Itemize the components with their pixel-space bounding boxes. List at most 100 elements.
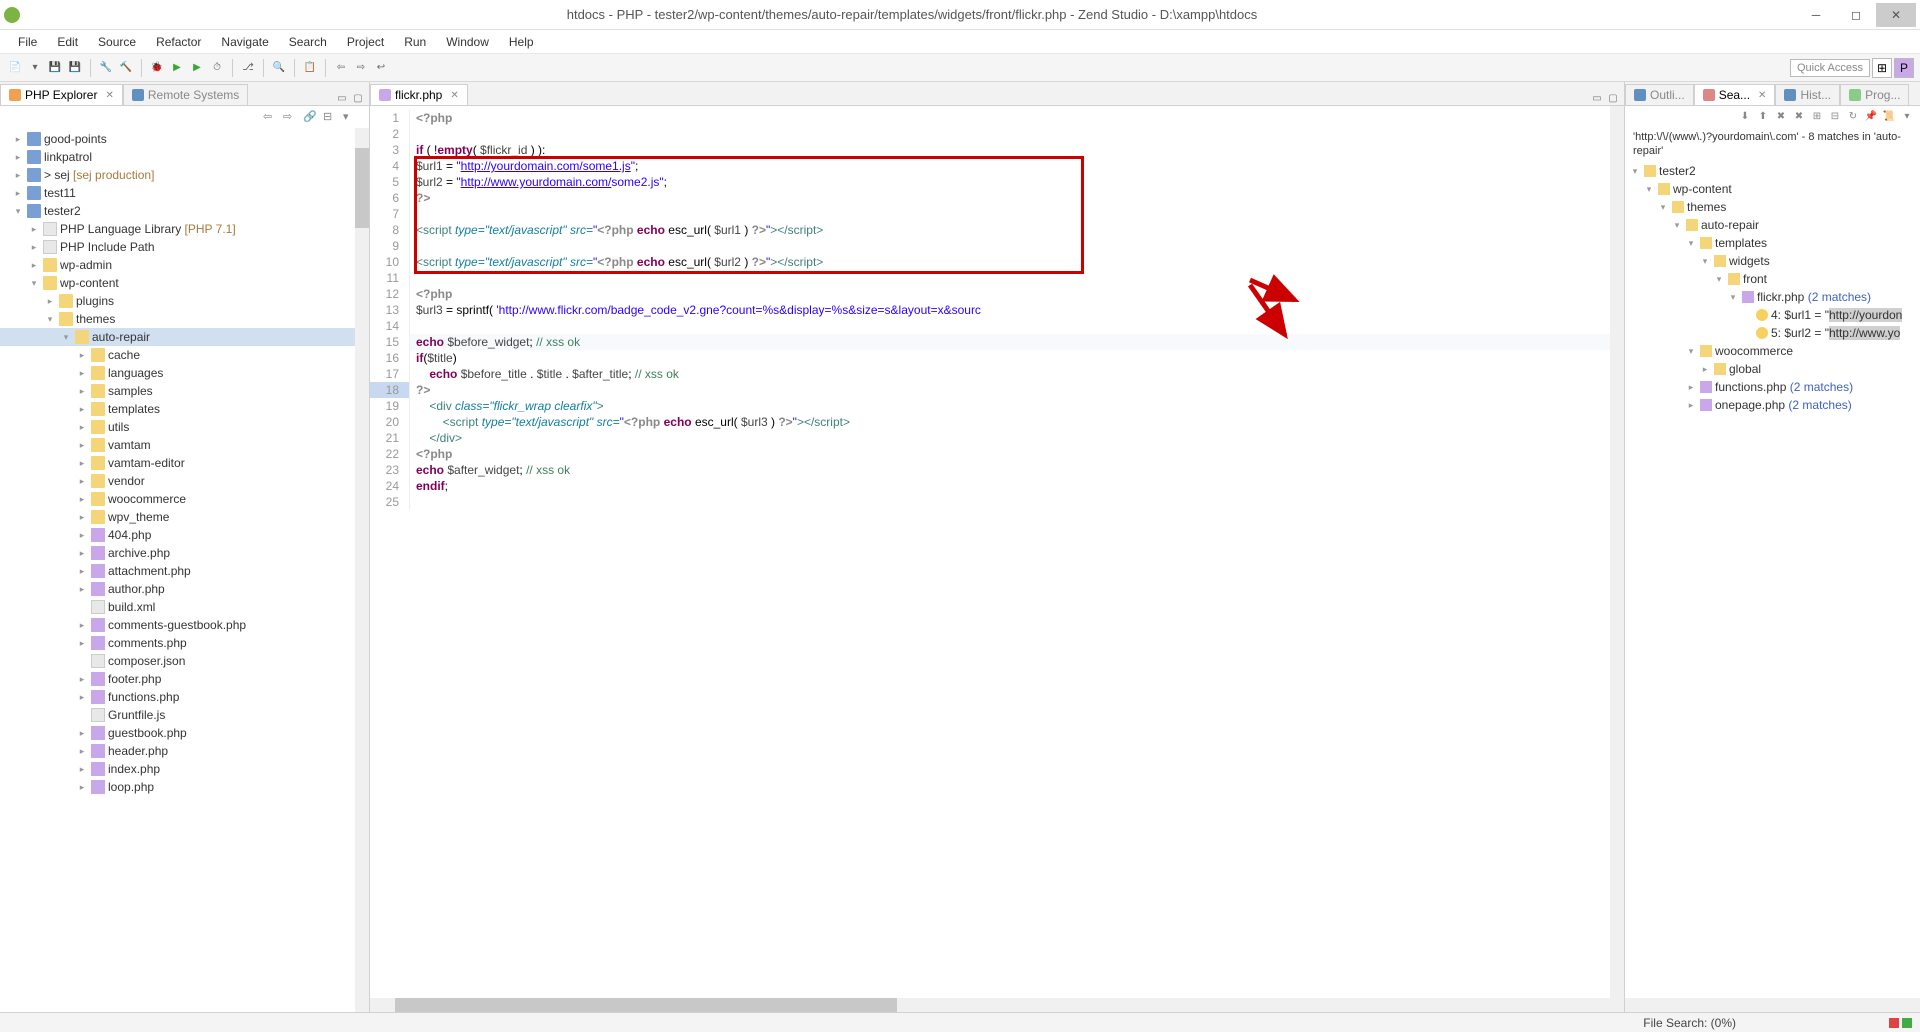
expand-icon[interactable]: ▸ [12, 152, 24, 163]
menu-window[interactable]: Window [436, 33, 499, 51]
expand-icon[interactable]: ▸ [12, 134, 24, 145]
tree-node[interactable]: ▸good-points [0, 130, 369, 148]
search-result-node[interactable]: ▾front [1625, 270, 1920, 288]
expand-icon[interactable]: ▾ [1685, 238, 1697, 249]
expand-icon[interactable]: ▸ [76, 512, 88, 523]
code-line[interactable]: <div class="flickr_wrap clearfix"> [410, 398, 1624, 414]
last-icon[interactable]: ↩ [372, 59, 390, 77]
tree-node[interactable]: ▸404.php [0, 526, 369, 544]
code-line[interactable]: if ( !empty( $flickr_id ) ): [410, 142, 1624, 158]
tab-history[interactable]: Hist... [1775, 84, 1840, 105]
menu-edit[interactable]: Edit [47, 33, 88, 51]
expand-icon[interactable]: ▸ [76, 746, 88, 757]
tree-node[interactable]: ▸comments-guestbook.php [0, 616, 369, 634]
history-icon[interactable]: 📜 [1882, 109, 1896, 123]
tree-node[interactable]: ▸vendor [0, 472, 369, 490]
expand-icon[interactable]: ⊞ [1810, 109, 1824, 123]
runext-icon[interactable]: ▶ [188, 59, 206, 77]
collapse-icon[interactable]: ⊟ [323, 110, 337, 124]
tree-node[interactable]: ▸wpv_theme [0, 508, 369, 526]
expand-icon[interactable]: ▾ [60, 332, 72, 343]
search-result-node[interactable]: ▾woocommerce [1625, 342, 1920, 360]
code-line[interactable]: </div> [410, 430, 1624, 446]
maximize-button[interactable]: ◻ [1836, 3, 1876, 27]
tree-node[interactable]: ▸utils [0, 418, 369, 436]
forward-icon[interactable]: ⇨ [283, 110, 297, 124]
expand-icon[interactable]: ▸ [76, 368, 88, 379]
code-line[interactable]: <?php [410, 286, 1624, 302]
tree-node[interactable]: ▸attachment.php [0, 562, 369, 580]
code-line[interactable] [410, 126, 1624, 142]
expand-icon[interactable]: ▾ [1671, 220, 1683, 231]
tree-node[interactable]: Gruntfile.js [0, 706, 369, 724]
code-line[interactable]: echo $after_widget; // xss ok [410, 462, 1624, 478]
menu-search[interactable]: Search [279, 33, 337, 51]
menu-icon[interactable]: ▾ [1900, 109, 1914, 123]
tool-icon[interactable]: 🔧 [97, 59, 115, 77]
tree-node[interactable]: ▾tester2 [0, 202, 369, 220]
expand-icon[interactable]: ▾ [12, 206, 24, 217]
expand-icon[interactable]: ▸ [1685, 400, 1697, 411]
tree-node[interactable]: ▸author.php [0, 580, 369, 598]
close-icon[interactable]: ✕ [450, 90, 458, 101]
profile-icon[interactable]: ⏱ [208, 59, 226, 77]
maximize-view-icon[interactable]: ▢ [351, 91, 365, 105]
back-icon[interactable]: ⇦ [332, 59, 350, 77]
debug-icon[interactable]: 🐞 [148, 59, 166, 77]
saveall-icon[interactable]: 💾 [66, 59, 84, 77]
tree-node[interactable]: ▸test11 [0, 184, 369, 202]
link-icon[interactable]: 🔗 [303, 110, 317, 124]
run-icon[interactable]: ▶ [168, 59, 186, 77]
tree-node[interactable]: ▾themes [0, 310, 369, 328]
search-result-node[interactable]: ▾flickr.php (2 matches) [1625, 288, 1920, 306]
expand-icon[interactable]: ▸ [76, 440, 88, 451]
task-icon[interactable]: 📋 [301, 59, 319, 77]
maximize-view-icon[interactable]: ▢ [1606, 91, 1620, 105]
expand-icon[interactable]: ▾ [1643, 184, 1655, 195]
expand-icon[interactable]: ▸ [76, 566, 88, 577]
next-match-icon[interactable]: ⬇ [1738, 109, 1752, 123]
menu-run[interactable]: Run [394, 33, 436, 51]
close-button[interactable]: ✕ [1876, 3, 1916, 27]
tree-node[interactable]: ▸vamtam-editor [0, 454, 369, 472]
code-line[interactable] [410, 270, 1624, 286]
forward-icon[interactable]: ⇨ [352, 59, 370, 77]
tree-node[interactable]: ▸comments.php [0, 634, 369, 652]
code-line[interactable]: ?> [410, 190, 1624, 206]
search-icon[interactable]: 🔍 [270, 59, 288, 77]
code-line[interactable]: $url3 = sprintf( 'http://www.flickr.com/… [410, 302, 1624, 318]
code-line[interactable]: endif; [410, 478, 1624, 494]
tree-node[interactable]: ▸plugins [0, 292, 369, 310]
code-line[interactable] [410, 206, 1624, 222]
tab-php-explorer[interactable]: PHP Explorer ✕ [0, 84, 123, 105]
expand-icon[interactable]: ▸ [76, 350, 88, 361]
close-icon[interactable]: ✕ [105, 90, 113, 101]
expand-icon[interactable]: ▸ [12, 170, 24, 181]
tree-node[interactable]: ▸> sej [sej production] [0, 166, 369, 184]
expand-icon[interactable]: ▾ [1727, 292, 1739, 303]
project-tree[interactable]: ▸good-points▸linkpatrol▸> sej [sej produ… [0, 128, 369, 1012]
code-line[interactable]: echo $before_title . $title . $after_tit… [410, 366, 1624, 382]
search-result-node[interactable]: ▾themes [1625, 198, 1920, 216]
tree-node[interactable]: ▾wp-content [0, 274, 369, 292]
menu-refactor[interactable]: Refactor [146, 33, 211, 51]
perspective-php[interactable]: P [1894, 58, 1914, 78]
expand-icon[interactable]: ▸ [1685, 382, 1697, 393]
perspective-button[interactable]: ⊞ [1872, 58, 1892, 78]
back-icon[interactable]: ⇦ [263, 110, 277, 124]
expand-icon[interactable]: ▾ [1713, 274, 1725, 285]
expand-icon[interactable]: ▸ [76, 404, 88, 415]
tree-node[interactable]: ▸woocommerce [0, 490, 369, 508]
quick-access-field[interactable]: Quick Access [1790, 59, 1870, 77]
new-icon[interactable]: 📄 [6, 59, 24, 77]
expand-icon[interactable]: ▾ [1699, 256, 1711, 267]
expand-icon[interactable]: ▸ [76, 494, 88, 505]
expand-icon[interactable]: ▸ [28, 242, 40, 253]
tree-node[interactable]: ▸archive.php [0, 544, 369, 562]
code-line[interactable]: <?php [410, 110, 1624, 126]
remove-icon[interactable]: ✖ [1774, 109, 1788, 123]
expand-icon[interactable]: ▸ [76, 548, 88, 559]
expand-icon[interactable]: ▸ [76, 674, 88, 685]
collapse-icon[interactable]: ⊟ [1828, 109, 1842, 123]
tree-node[interactable]: ▸templates [0, 400, 369, 418]
